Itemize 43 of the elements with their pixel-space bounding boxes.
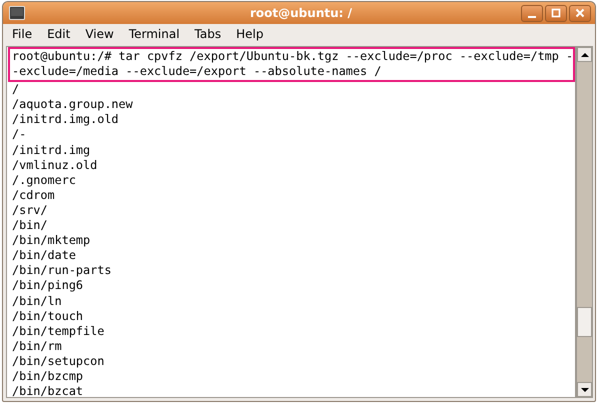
close-icon [575,8,585,18]
minimize-button[interactable] [521,4,543,22]
up-arrow-icon [580,52,588,58]
menu-item[interactable]: File [11,27,34,41]
output-line: /aquota.group.new [11,97,134,112]
output-line: /bin/ping6 [11,278,84,294]
scrollbar[interactable] [576,46,593,398]
output-line: /.gnomerc [11,172,77,188]
output-line: /bin/tempfile [11,324,106,339]
window-title: root@ubuntu: / [249,6,353,20]
scroll-up-button[interactable] [577,47,592,62]
output-line: /bin/run-parts [11,263,112,278]
output-line: / [11,82,20,98]
scrollbar-thumb[interactable] [577,307,592,337]
output-line: /bin/bzcat [11,384,84,397]
output-line: /vmlinuz.old [11,158,98,173]
terminal-icon [9,6,25,20]
menu-item[interactable]: Tabs [194,27,222,41]
output-line: /bin/ [11,218,49,234]
output-line: /cdrom [11,188,56,203]
output-line: /bin/bzcmp [11,368,84,384]
command-line: root@ubuntu:/# tar cpvfz /export/Ubuntu-bk.tgz --exclude=/proc --exclude=/tmp - [12,49,571,64]
scroll-down-button[interactable] [577,382,592,397]
output-line: /initrd.img [11,142,92,158]
output-line: /bin/date [11,248,77,264]
output-line: /bin/ln [11,294,63,309]
output-line: /- [11,127,28,143]
menu-item[interactable]: Help [235,27,264,41]
output-line: /bin/touch [11,308,84,324]
maximize-icon [551,8,561,18]
maximize-button[interactable] [545,4,567,22]
output-line: /bin/rm [11,338,63,354]
menu-item[interactable]: View [84,27,115,41]
down-arrow-icon [580,386,588,392]
output-line: /srv/ [11,202,49,218]
menu-item[interactable]: Terminal [128,27,181,41]
output-line: /initrd.img.old [11,112,120,128]
command-line: -exclude=/media --exclude=/export --absolute-names / [12,64,382,80]
close-button[interactable] [569,4,591,22]
output-line: /bin/mktemp [11,233,92,248]
menu-item[interactable]: Edit [46,27,72,41]
minimize-icon [528,16,536,18]
output-line: /bin/setupcon [11,354,106,369]
